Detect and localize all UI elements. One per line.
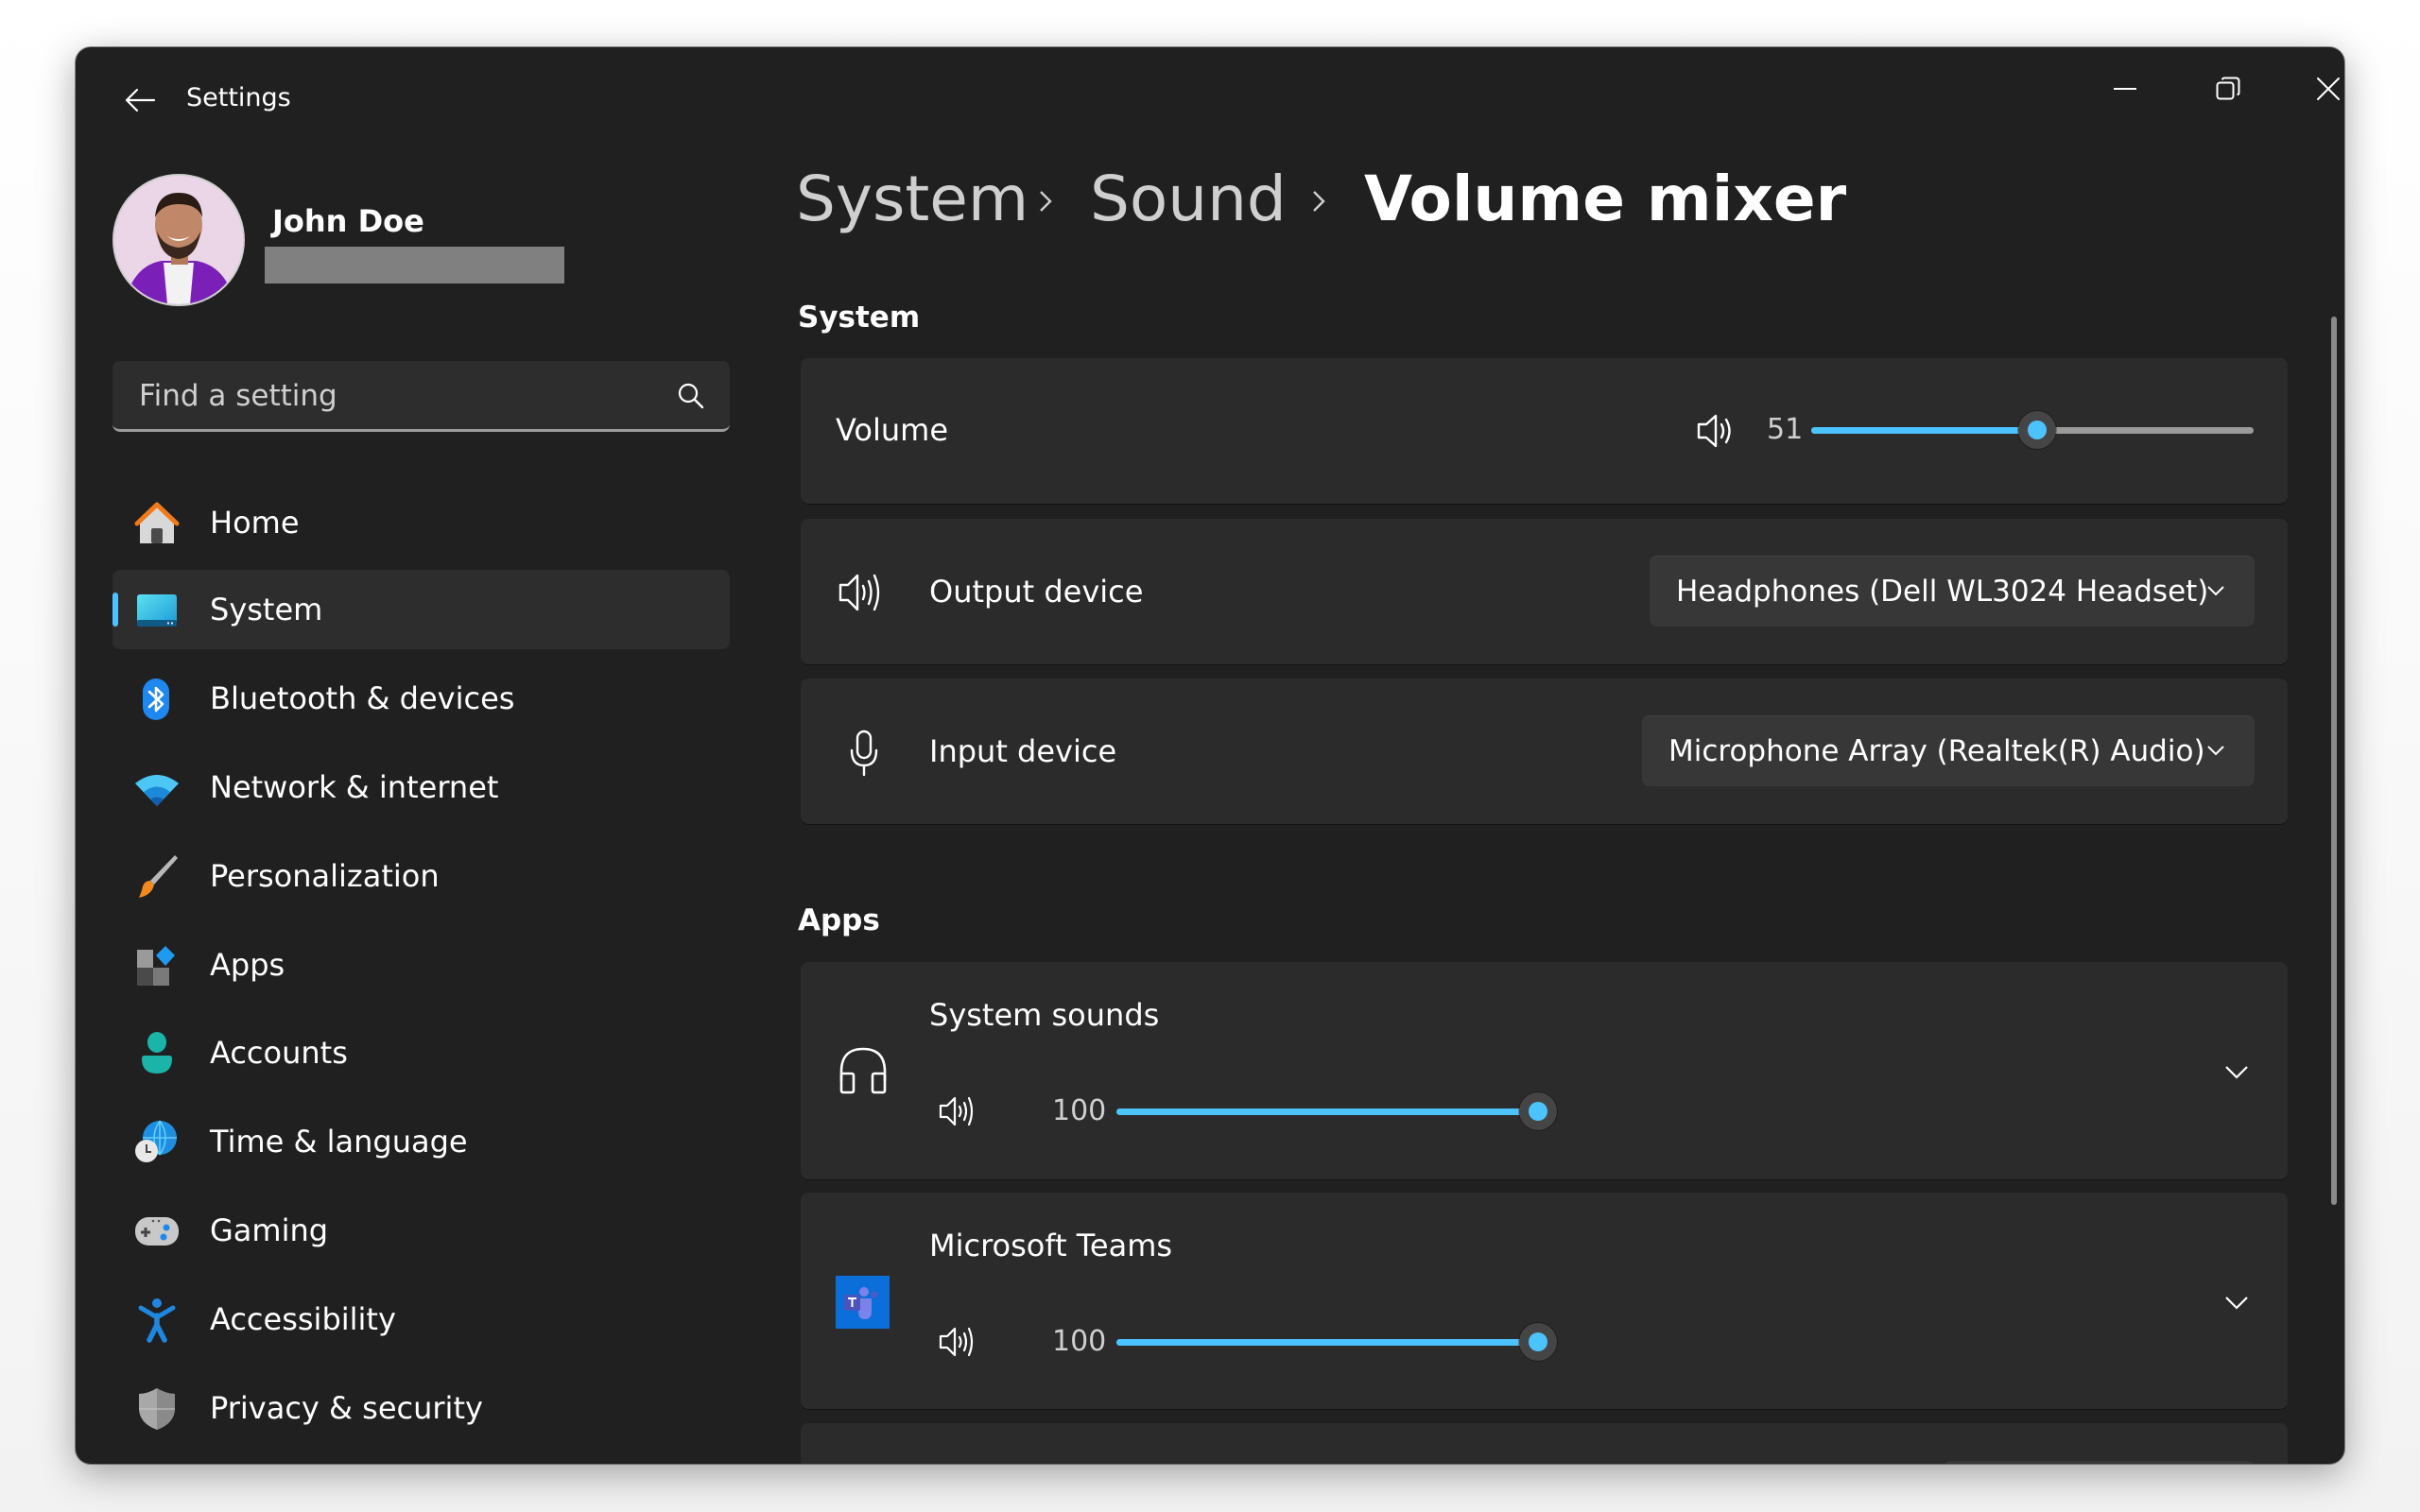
sidebar-item-gaming[interactable]: Gaming bbox=[112, 1191, 730, 1270]
sidebar-item-apps[interactable]: Apps bbox=[112, 925, 730, 1005]
output-device-selected: Headphones (Dell WL3024 Headset) bbox=[1676, 574, 2209, 609]
expand-chevron-icon[interactable] bbox=[2223, 1293, 2250, 1312]
slider-thumb[interactable] bbox=[1519, 1323, 1557, 1361]
selection-indicator bbox=[112, 593, 118, 627]
speaker-icon[interactable] bbox=[938, 1093, 977, 1129]
breadcrumb-system[interactable]: System bbox=[796, 168, 1028, 231]
scrollbar-thumb[interactable] bbox=[2331, 317, 2337, 1205]
user-photo-icon bbox=[114, 176, 243, 304]
settings-window: Settings John Doe Home bbox=[76, 47, 2344, 1464]
sidebar-item-network[interactable]: Network & internet bbox=[112, 747, 730, 827]
app-name: Microsoft Teams bbox=[929, 1228, 1173, 1263]
apps-icon bbox=[137, 946, 175, 986]
microphone-icon bbox=[850, 730, 878, 777]
sidebar-item-label: System bbox=[210, 592, 323, 627]
sidebar-item-label: Accessibility bbox=[210, 1301, 396, 1337]
master-volume-slider[interactable] bbox=[1811, 411, 2254, 449]
close-button[interactable] bbox=[2290, 62, 2344, 115]
slider-fill bbox=[1116, 1108, 1538, 1115]
app-volume-value: 100 bbox=[1052, 1094, 1107, 1127]
input-device-label: Input device bbox=[929, 733, 1117, 769]
section-header-apps: Apps bbox=[798, 903, 880, 937]
user-name: John Doe bbox=[272, 203, 424, 239]
sidebar-item-label: Accounts bbox=[210, 1035, 348, 1071]
app-row-partial bbox=[801, 1423, 2288, 1464]
app-volume-value: 100 bbox=[1052, 1325, 1107, 1358]
partial-dropdown[interactable] bbox=[1943, 1461, 2255, 1464]
person-icon bbox=[142, 1032, 172, 1074]
sidebar-item-label: Gaming bbox=[210, 1212, 329, 1248]
page-title: Volume mixer bbox=[1364, 163, 1847, 235]
app-row-microsoft-teams: Microsoft Teams 100 bbox=[801, 1193, 2288, 1409]
slider-thumb[interactable] bbox=[1519, 1092, 1557, 1130]
globe-clock-icon bbox=[135, 1120, 177, 1162]
back-button[interactable] bbox=[113, 76, 166, 125]
breadcrumb-sound[interactable]: Sound bbox=[1090, 168, 1287, 231]
speaker-icon bbox=[838, 574, 880, 611]
sidebar-item-accessibility[interactable]: Accessibility bbox=[112, 1280, 730, 1359]
slider-fill bbox=[1811, 427, 2037, 434]
search-icon[interactable] bbox=[677, 382, 705, 410]
sidebar-item-time-language[interactable]: Time & language bbox=[112, 1102, 730, 1181]
slider-thumb[interactable] bbox=[2017, 411, 2056, 449]
paintbrush-icon bbox=[139, 855, 178, 898]
sidebar-item-label: Personalization bbox=[210, 858, 440, 894]
sidebar-item-personalization[interactable]: Personalization bbox=[112, 836, 730, 916]
chevron-right-icon bbox=[1040, 191, 1052, 212]
minimize-button[interactable] bbox=[2087, 62, 2163, 115]
chevron-down-icon bbox=[2207, 746, 2224, 756]
sidebar-item-label: Home bbox=[210, 505, 300, 541]
sidebar-item-label: Privacy & security bbox=[210, 1390, 483, 1426]
volume-value: 51 bbox=[1767, 413, 1804, 446]
sidebar-item-system[interactable]: System bbox=[112, 570, 730, 649]
close-icon bbox=[2317, 77, 2340, 100]
volume-card: Volume 51 bbox=[801, 358, 2288, 504]
sidebar-item-home[interactable]: Home bbox=[112, 483, 730, 562]
section-header-system: System bbox=[798, 301, 921, 335]
gamepad-icon bbox=[135, 1217, 179, 1246]
sidebar-item-label: Bluetooth & devices bbox=[210, 680, 515, 716]
avatar[interactable] bbox=[112, 174, 245, 306]
restore-icon bbox=[2216, 77, 2240, 100]
chevron-right-icon bbox=[1313, 191, 1325, 212]
app-title: Settings bbox=[186, 83, 291, 112]
back-arrow-icon bbox=[125, 88, 156, 112]
shield-icon bbox=[139, 1388, 175, 1430]
input-device-dropdown[interactable]: Microphone Array (Realtek(R) Audio) bbox=[1642, 715, 2255, 786]
home-icon bbox=[134, 502, 180, 543]
output-device-card: Output device Headphones (Dell WL3024 He… bbox=[801, 519, 2288, 664]
sidebar-item-privacy-security[interactable]: Privacy & security bbox=[112, 1368, 730, 1448]
output-device-dropdown[interactable]: Headphones (Dell WL3024 Headset) bbox=[1650, 556, 2255, 627]
speaker-icon[interactable] bbox=[938, 1324, 977, 1360]
system-display-icon bbox=[137, 594, 177, 627]
headphones-icon bbox=[839, 1047, 887, 1094]
bluetooth-icon bbox=[143, 679, 169, 720]
input-device-card: Input device Microphone Array (Realtek(R… bbox=[801, 679, 2288, 824]
app-row-system-sounds: System sounds 100 bbox=[801, 962, 2288, 1179]
app-volume-slider[interactable] bbox=[1116, 1092, 1557, 1130]
speaker-icon[interactable] bbox=[1696, 412, 1736, 450]
sidebar-item-label: Time & language bbox=[210, 1124, 468, 1160]
search-box[interactable] bbox=[112, 361, 730, 432]
wifi-icon bbox=[135, 775, 179, 806]
search-input[interactable] bbox=[137, 361, 670, 431]
sidebar-item-label: Network & internet bbox=[210, 769, 499, 805]
app-name: System sounds bbox=[929, 997, 1160, 1033]
teams-icon bbox=[836, 1276, 890, 1329]
expand-chevron-icon[interactable] bbox=[2223, 1062, 2250, 1081]
minimize-icon bbox=[2114, 88, 2136, 90]
output-device-label: Output device bbox=[929, 574, 1144, 610]
sidebar-item-accounts[interactable]: Accounts bbox=[112, 1013, 730, 1092]
chevron-down-icon bbox=[2207, 586, 2224, 596]
sidebar-item-label: Apps bbox=[210, 947, 285, 983]
user-email-redacted bbox=[265, 247, 564, 284]
input-device-selected: Microphone Array (Realtek(R) Audio) bbox=[1668, 733, 2205, 768]
sidebar-item-bluetooth[interactable]: Bluetooth & devices bbox=[112, 659, 730, 738]
accessibility-icon bbox=[138, 1298, 176, 1343]
volume-label: Volume bbox=[836, 412, 949, 448]
slider-fill bbox=[1116, 1339, 1538, 1346]
restore-button[interactable] bbox=[2190, 62, 2266, 115]
app-volume-slider[interactable] bbox=[1116, 1323, 1557, 1361]
